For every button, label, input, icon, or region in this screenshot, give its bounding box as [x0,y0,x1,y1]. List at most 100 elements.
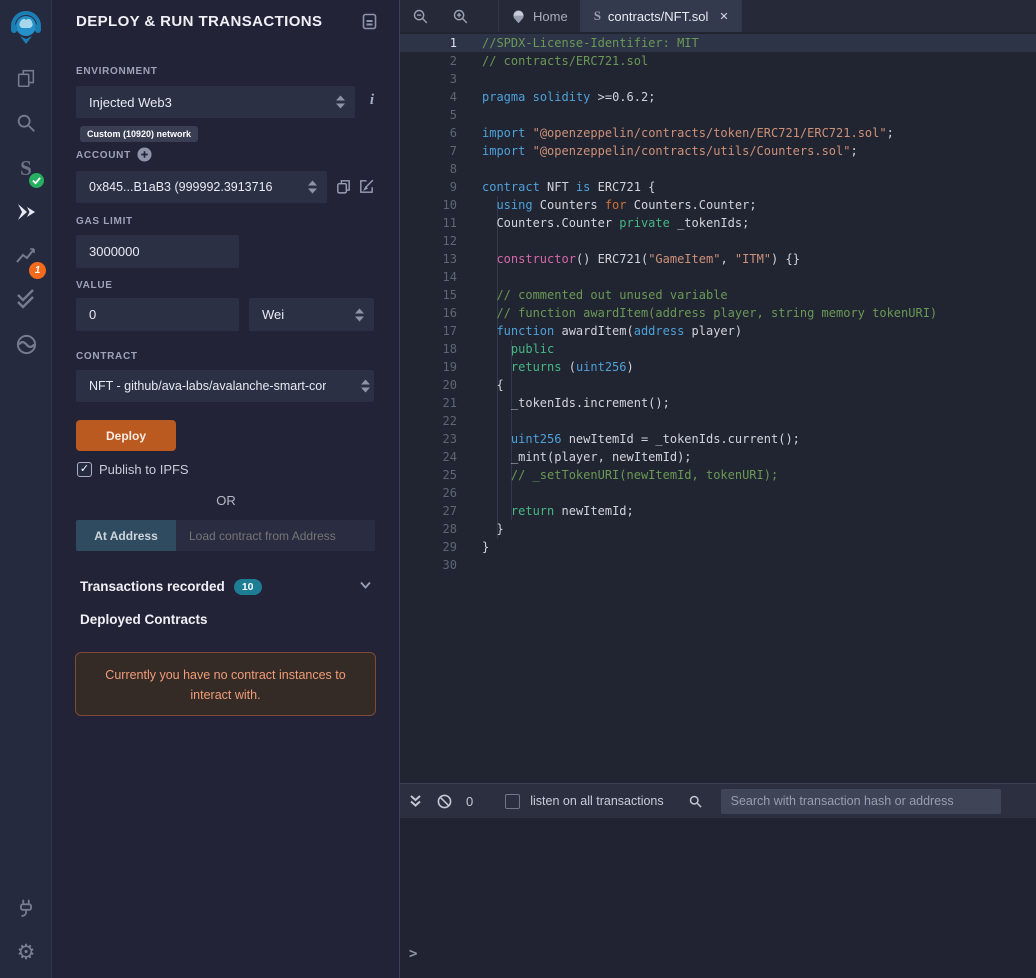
line-number[interactable]: 4 [400,88,457,106]
line-number[interactable]: 1 [400,34,457,52]
sidebar-item-deploy-and-run[interactable] [0,192,52,232]
sidebar-item-debugger[interactable]: 1 [0,235,52,279]
code-line[interactable]: 3 [400,70,1036,88]
close-tab-icon[interactable]: ✕ [719,10,728,23]
code-line[interactable]: 4 pragma solidity >=0.6.2; [400,88,1036,106]
tab-contracts-nft-sol[interactable]: S contracts/NFT.sol ✕ [580,0,742,32]
sidebar-item-solidity-compiler[interactable]: S [0,148,52,188]
line-number[interactable]: 28 [400,520,457,538]
code-line[interactable]: 19 returns (uint256) [400,358,1036,376]
line-number[interactable]: 2 [400,52,457,70]
code-line[interactable]: 30 [400,556,1036,574]
line-number[interactable]: 27 [400,502,457,520]
line-number[interactable]: 12 [400,232,457,250]
sidebar-item-search[interactable] [0,103,52,143]
terminal-prompt[interactable]: > [409,946,417,962]
line-number[interactable]: 20 [400,376,457,394]
line-number[interactable]: 17 [400,322,457,340]
line-number[interactable]: 3 [400,70,457,88]
sidebar-item-unit-testing[interactable] [0,279,52,319]
line-number[interactable]: 7 [400,142,457,160]
code-line[interactable]: 1 //SPDX-License-Identifier: MIT [400,34,1036,52]
line-number[interactable]: 14 [400,268,457,286]
code-line[interactable]: 29} [400,538,1036,556]
clear-console-icon[interactable] [437,794,452,809]
terminal-search-input[interactable] [720,788,1001,814]
file-explorer-icon [17,69,35,88]
remix-logo-icon[interactable] [0,7,52,51]
at-address-input[interactable] [176,520,375,551]
expand-terminal-icon[interactable] [409,794,422,808]
line-number[interactable]: 30 [400,556,457,574]
line-number[interactable]: 8 [400,160,457,178]
line-number[interactable]: 23 [400,430,457,448]
deploy-button[interactable]: Deploy [76,420,176,451]
line-number[interactable]: 25 [400,466,457,484]
code-line[interactable]: 12 [400,232,1036,250]
code-line[interactable]: 26 [400,484,1036,502]
line-number[interactable]: 9 [400,178,457,196]
code-line[interactable]: 24 _mint(player, newItemId); [400,448,1036,466]
line-number[interactable]: 16 [400,304,457,322]
code-line[interactable]: 11 Counters.Counter private _tokenIds; [400,214,1036,232]
value-unit-select[interactable]: Wei [249,298,374,331]
transactions-recorded-header[interactable]: Transactions recorded 10 [80,579,262,596]
sidebar-item-plugin-manager[interactable] [0,888,52,928]
line-number[interactable]: 5 [400,106,457,124]
line-number[interactable]: 19 [400,358,457,376]
code-line[interactable]: 28 } [400,520,1036,538]
listen-all-transactions-checkbox[interactable] [505,793,521,809]
line-number[interactable]: 6 [400,124,457,142]
tab-home[interactable]: Home [498,0,581,32]
gas-limit-input[interactable] [76,235,239,268]
sidebar-item-plugin-circle[interactable] [0,324,52,364]
code-line[interactable]: 6 import "@openzeppelin/contracts/token/E… [400,124,1036,142]
line-number[interactable]: 29 [400,538,457,556]
code-line[interactable]: 13 constructor() ERC721("GameItem", "ITM… [400,250,1036,268]
at-address-button[interactable]: At Address [76,520,176,551]
line-number[interactable]: 11 [400,214,457,232]
line-number[interactable]: 24 [400,448,457,466]
value-input[interactable] [76,298,239,331]
line-number[interactable]: 22 [400,412,457,430]
code-line-text: //SPDX-License-Identifier: MIT [482,36,699,50]
code-line[interactable]: 22 [400,412,1036,430]
code-line[interactable]: 25 // _setTokenURI(newItemId, tokenURI); [400,466,1036,484]
zoom-out-button[interactable] [400,0,440,32]
code-line[interactable]: 8 [400,160,1036,178]
sidebar-item-file-explorer[interactable] [0,58,52,98]
code-line[interactable]: 18 public [400,340,1036,358]
code-line[interactable]: 2 // contracts/ERC721.sol [400,52,1036,70]
code-line[interactable]: 5 [400,106,1036,124]
sidebar-item-settings[interactable]: ⚙ [0,932,52,972]
line-number[interactable]: 18 [400,340,457,358]
code-line[interactable]: 14 [400,268,1036,286]
code-line[interactable]: 7 import "@openzeppelin/contracts/utils/C… [400,142,1036,160]
code-line[interactable]: 15 // commented out unused variable [400,286,1036,304]
line-number[interactable]: 13 [400,250,457,268]
copy-account-icon[interactable] [335,178,352,195]
code-line[interactable]: 9 contract NFT is ERC721 { [400,178,1036,196]
code-line[interactable]: 27 return newItemId; [400,502,1036,520]
edit-account-icon[interactable] [358,178,375,195]
environment-select[interactable]: Injected Web3 [76,86,355,118]
code-line[interactable]: 23 uint256 newItemId = _tokenIds.current… [400,430,1036,448]
line-number[interactable]: 10 [400,196,457,214]
line-number[interactable]: 21 [400,394,457,412]
line-number[interactable]: 15 [400,286,457,304]
code-line[interactable]: 17 function awardItem(address player) [400,322,1036,340]
add-account-icon[interactable] [137,147,152,162]
publish-ipfs-checkbox[interactable] [77,462,92,477]
chevron-down-icon[interactable] [360,581,371,589]
zoom-in-button[interactable] [440,0,480,32]
code-line[interactable]: 10 using Counters for Counters.Counter; [400,196,1036,214]
code-line[interactable]: 21 _tokenIds.increment(); [400,394,1036,412]
environment-info-icon[interactable]: i [365,92,379,109]
code-editor[interactable]: 1 //SPDX-License-Identifier: MIT 2 // contr… [400,32,1036,783]
line-number[interactable]: 26 [400,484,457,502]
account-select[interactable]: 0x845...B1aB3 (999992.3913716 [76,171,327,203]
code-line[interactable]: 20 { [400,376,1036,394]
contract-select[interactable]: NFT - github/ava-labs/avalanche-smart-co… [76,370,374,402]
code-line[interactable]: 16 // function awardItem(address player,… [400,304,1036,322]
documentation-icon[interactable] [362,13,377,30]
